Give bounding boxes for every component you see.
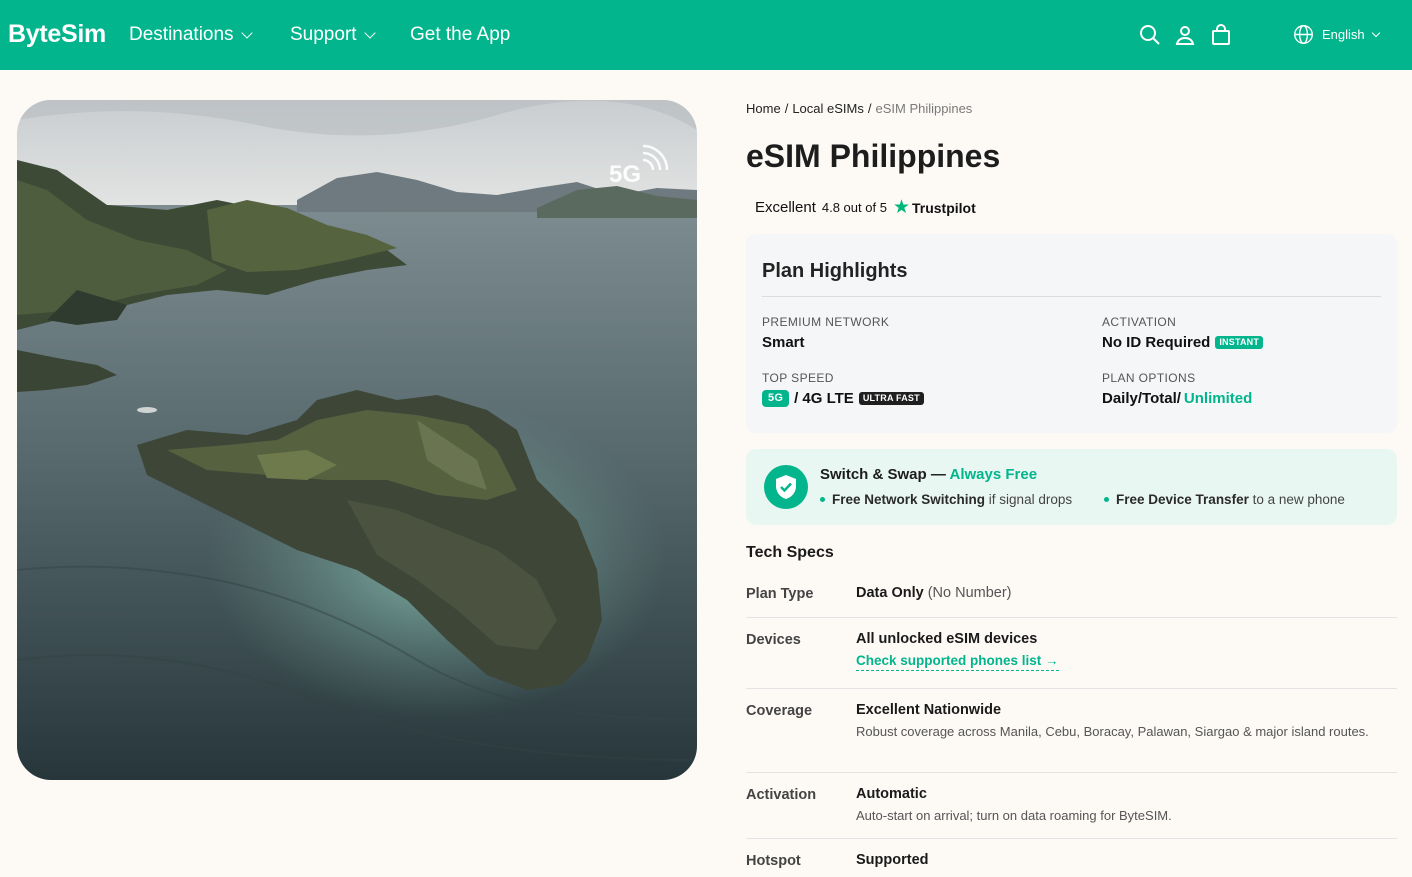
shield-check-icon [764, 465, 808, 509]
page-title: eSIM Philippines [746, 138, 1001, 174]
check-supported-phones-link[interactable]: Check supported phones list → [856, 653, 1059, 671]
divider [762, 296, 1381, 297]
chevron-down-icon [1371, 28, 1380, 37]
spec-row-coverage: Coverage Excellent Nationwide Robust cov… [746, 689, 1397, 773]
language-label: English [1322, 27, 1365, 42]
rating-score: 4.8 out of 5 [821, 200, 887, 215]
5g-badge: 5G [762, 390, 790, 407]
breadcrumb-current: eSIM Philippines [875, 101, 973, 116]
account-icon[interactable] [1173, 23, 1197, 47]
bullet-dot [1104, 497, 1109, 502]
tech-specs-title: Tech Specs [746, 544, 834, 561]
trustpilot-rating[interactable]: Excellent 4.8 out of 5 ★ Trustpilot [755, 198, 976, 217]
svg-text:5G: 5G [609, 161, 641, 188]
breadcrumb: Home / Local eSIMs / eSIM Philippines [746, 101, 973, 116]
cart-icon[interactable] [1209, 23, 1233, 47]
device-transfer-feature: Free Device Transfer to a new phone [1104, 492, 1345, 507]
nav-get-the-app-label: Get the App [410, 24, 511, 45]
trustpilot-star-icon: ★ [892, 197, 910, 218]
trustpilot-label: Trustpilot [911, 199, 976, 216]
bytesim-logo[interactable]: ByteSim [8, 20, 106, 49]
nav-get-the-app[interactable]: Get the App [410, 24, 510, 46]
rating-label: Excellent [755, 199, 816, 216]
chevron-down-icon [240, 26, 253, 39]
network-switching-feature: Free Network Switching if signal drops [820, 492, 1072, 507]
breadcrumb-local-esims[interactable]: Local eSIMs [792, 101, 864, 116]
chevron-down-icon [363, 26, 376, 39]
nav-destinations-label: Destinations [129, 24, 234, 45]
nav-destinations[interactable]: Destinations [129, 24, 253, 46]
breadcrumb-home[interactable]: Home [746, 101, 781, 116]
spec-row-activation: Activation Automatic Auto-start on arriv… [746, 773, 1397, 839]
nav-support[interactable]: Support [290, 24, 376, 46]
globe-icon [1294, 25, 1313, 44]
nav-support-label: Support [290, 24, 357, 45]
spec-row-plan-type: Plan Type Data Only (No Number) [746, 584, 1397, 618]
5g-badge-icon: 5G [607, 144, 669, 188]
instant-badge: INSTANT [1215, 336, 1264, 349]
highlight-activation: ACTIVATION No ID Required INSTANT [1102, 315, 1264, 351]
bullet-dot [820, 497, 825, 502]
switch-swap-banner: Switch & Swap — Always Free Free Network… [746, 449, 1397, 525]
spec-row-hotspot: Hotspot Supported [746, 852, 929, 869]
spec-row-devices: Devices All unlocked eSIM devices Check … [746, 618, 1397, 689]
search-icon[interactable] [1138, 23, 1162, 47]
highlight-plan-options: PLAN OPTIONS Daily/Total/ Unlimited [1102, 371, 1253, 407]
ultra-fast-badge: ULTRA FAST [858, 392, 924, 405]
highlight-speed: TOP SPEED 5G / 4G LTE ULTRA FAST [762, 371, 924, 407]
top-nav-bar: ByteSim Destinations Support Get the App… [0, 0, 1412, 70]
switch-swap-title: Switch & Swap — Always Free [820, 466, 1038, 483]
highlight-network: PREMIUM NETWORK Smart [762, 315, 890, 351]
plan-highlights-card: Plan Highlights PREMIUM NETWORK Smart AC… [746, 234, 1397, 433]
destination-photo: 5G [17, 100, 697, 780]
language-selector[interactable]: English [1293, 24, 1380, 45]
plan-highlights-title: Plan Highlights [762, 260, 908, 282]
